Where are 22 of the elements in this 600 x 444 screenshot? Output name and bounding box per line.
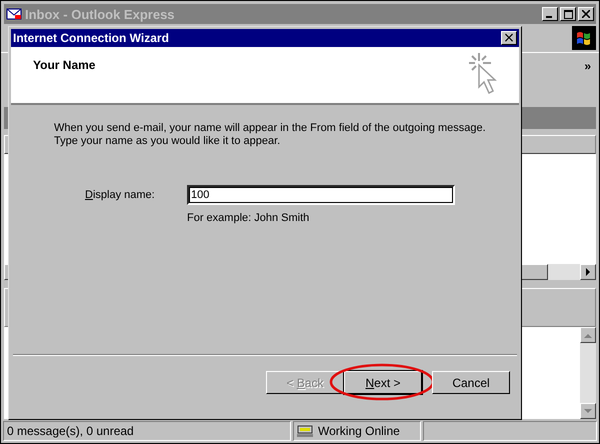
mail-app-icon <box>6 7 22 21</box>
vertical-scrollbar[interactable] <box>580 327 596 419</box>
page-title: Your Name <box>33 58 96 74</box>
down-arrow-icon <box>584 408 592 414</box>
window-title: Inbox - Outlook Express <box>25 6 176 22</box>
right-arrow-icon <box>586 268 590 276</box>
maximize-icon <box>564 10 572 18</box>
field-label: Display name: <box>85 189 156 201</box>
dialog-title: Internet Connection Wizard <box>13 31 170 45</box>
description-text: When you send e-mail, your name will appear in the From field of the outgoing message. Type your name as you would like it to appear. <box>54 122 487 148</box>
next-button[interactable]: Next > <box>344 371 422 394</box>
cancel-button[interactable]: Cancel <box>432 371 510 394</box>
windows-flag-icon <box>572 26 596 50</box>
close-button[interactable]: × <box>501 31 517 45</box>
up-arrow-icon <box>584 332 592 338</box>
computer-icon <box>297 425 313 437</box>
status-text: 0 message(s), 0 unread <box>7 424 134 438</box>
close-icon <box>582 10 590 18</box>
connection-status: Working Online <box>318 424 400 438</box>
display-name-field[interactable]: 100 <box>187 185 455 205</box>
example-hint: For example: John Smith <box>187 212 310 224</box>
toolbar-chevron[interactable]: » <box>584 59 591 73</box>
